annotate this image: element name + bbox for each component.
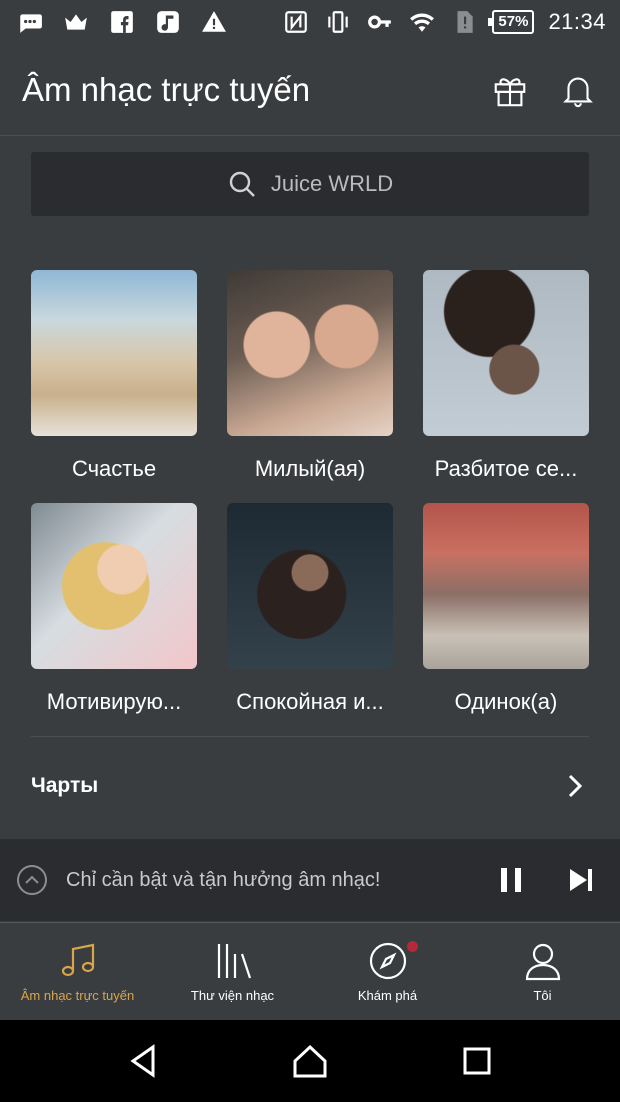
gift-button[interactable] xyxy=(490,70,530,110)
mood-tile-motivating[interactable]: Мотивирую... xyxy=(31,503,197,736)
mini-player[interactable]: Chỉ cần bật và tận hưởng âm nhạc! xyxy=(0,839,620,921)
mood-label: Счастье xyxy=(71,456,157,481)
mini-player-text: Chỉ cần bật và tận hưởng âm nhạc! xyxy=(66,868,381,891)
compass-icon xyxy=(369,942,406,980)
system-navigation-bar xyxy=(0,1020,620,1102)
warning-icon xyxy=(200,8,228,36)
wifi-icon xyxy=(408,8,436,36)
next-track-button[interactable] xyxy=(566,865,596,895)
mood-tile-lonely[interactable]: Одинок(а) xyxy=(423,503,589,736)
app-header: Âm nhạc trực tuyến xyxy=(0,44,620,136)
nfc-icon xyxy=(282,8,310,36)
mood-thumbnail xyxy=(227,503,393,669)
charts-label: Чарты xyxy=(31,774,99,797)
system-recents-button[interactable] xyxy=(457,1041,497,1081)
user-icon xyxy=(525,943,560,981)
message-icon xyxy=(16,8,44,36)
mood-thumbnail xyxy=(423,503,589,669)
library-icon xyxy=(217,944,251,979)
mood-thumbnail xyxy=(423,270,589,436)
nav-label: Khám phá xyxy=(357,988,418,1003)
mood-tile-calm[interactable]: Спокойная и... xyxy=(227,503,393,736)
nav-label: Âm nhạc trực tuyến xyxy=(20,988,135,1003)
facebook-icon xyxy=(108,8,136,36)
key-icon xyxy=(366,8,394,36)
page-title: Âm nhạc trực tuyến xyxy=(22,70,311,108)
home-icon xyxy=(293,1044,327,1078)
nav-label: Thư viện nhạc xyxy=(190,988,275,1003)
crown-icon xyxy=(62,8,90,36)
notifications-button[interactable] xyxy=(558,70,598,110)
mood-label: Разбитое се... xyxy=(434,456,578,481)
nav-explore[interactable]: Khám phá xyxy=(310,923,465,1020)
mood-thumbnail xyxy=(31,270,197,436)
chevron-up-circle-icon xyxy=(17,865,47,895)
music-note-icon xyxy=(154,8,182,36)
system-home-button[interactable] xyxy=(290,1041,330,1081)
search-placeholder: Juice WRLD xyxy=(270,171,394,196)
mood-label: Одинок(а) xyxy=(454,689,558,714)
charts-row[interactable]: Чарты xyxy=(31,762,589,810)
status-time: 21:34 xyxy=(548,9,606,34)
expand-player-button[interactable] xyxy=(16,864,48,896)
pause-button[interactable] xyxy=(496,865,526,895)
search-input[interactable]: Juice WRLD xyxy=(31,152,589,216)
mood-tile-heartbroken[interactable]: Разбитое се... xyxy=(423,270,589,503)
mood-thumbnail xyxy=(227,270,393,436)
nav-profile[interactable]: Tôi xyxy=(465,923,620,1020)
mood-tile-sweet[interactable]: Милый(ая) xyxy=(227,270,393,503)
mood-thumbnail xyxy=(31,503,197,669)
battery-indicator: 57% xyxy=(488,10,535,34)
sim-alert-icon xyxy=(450,8,478,36)
nav-label: Tôi xyxy=(533,988,552,1003)
vibrate-icon xyxy=(324,8,352,36)
mood-grid: Счастье Милый(ая) Разбитое се... Мотивир… xyxy=(31,270,589,736)
mood-label: Спокойная и... xyxy=(236,689,384,714)
recents-square-icon xyxy=(463,1047,491,1075)
system-back-button[interactable] xyxy=(123,1041,163,1081)
skip-next-icon xyxy=(570,869,592,891)
bell-icon xyxy=(563,77,593,107)
nav-library[interactable]: Thư viện nhạc xyxy=(155,923,310,1020)
search-icon xyxy=(229,171,255,197)
app-screen: Âm nhạc trực tuyến Juice WRLD Счастье Ми… xyxy=(0,44,620,1020)
pause-icon xyxy=(501,868,521,892)
mood-label: Мотивирую... xyxy=(46,689,182,714)
mood-label: Милый(ая) xyxy=(254,456,366,481)
gift-icon xyxy=(494,77,526,106)
notification-badge xyxy=(407,941,418,952)
status-bar: 57% 21:34 xyxy=(0,0,620,44)
mood-tile-happy[interactable]: Счастье xyxy=(31,270,197,503)
nav-online-music[interactable]: Âm nhạc trực tuyến xyxy=(0,923,155,1020)
music-notes-icon xyxy=(61,943,94,977)
bottom-nav: Âm nhạc trực tuyến Thư viện nhạc Khám ph… xyxy=(0,922,620,1020)
back-triangle-icon xyxy=(130,1044,155,1078)
chevron-right-icon xyxy=(561,772,589,800)
divider xyxy=(31,736,589,737)
